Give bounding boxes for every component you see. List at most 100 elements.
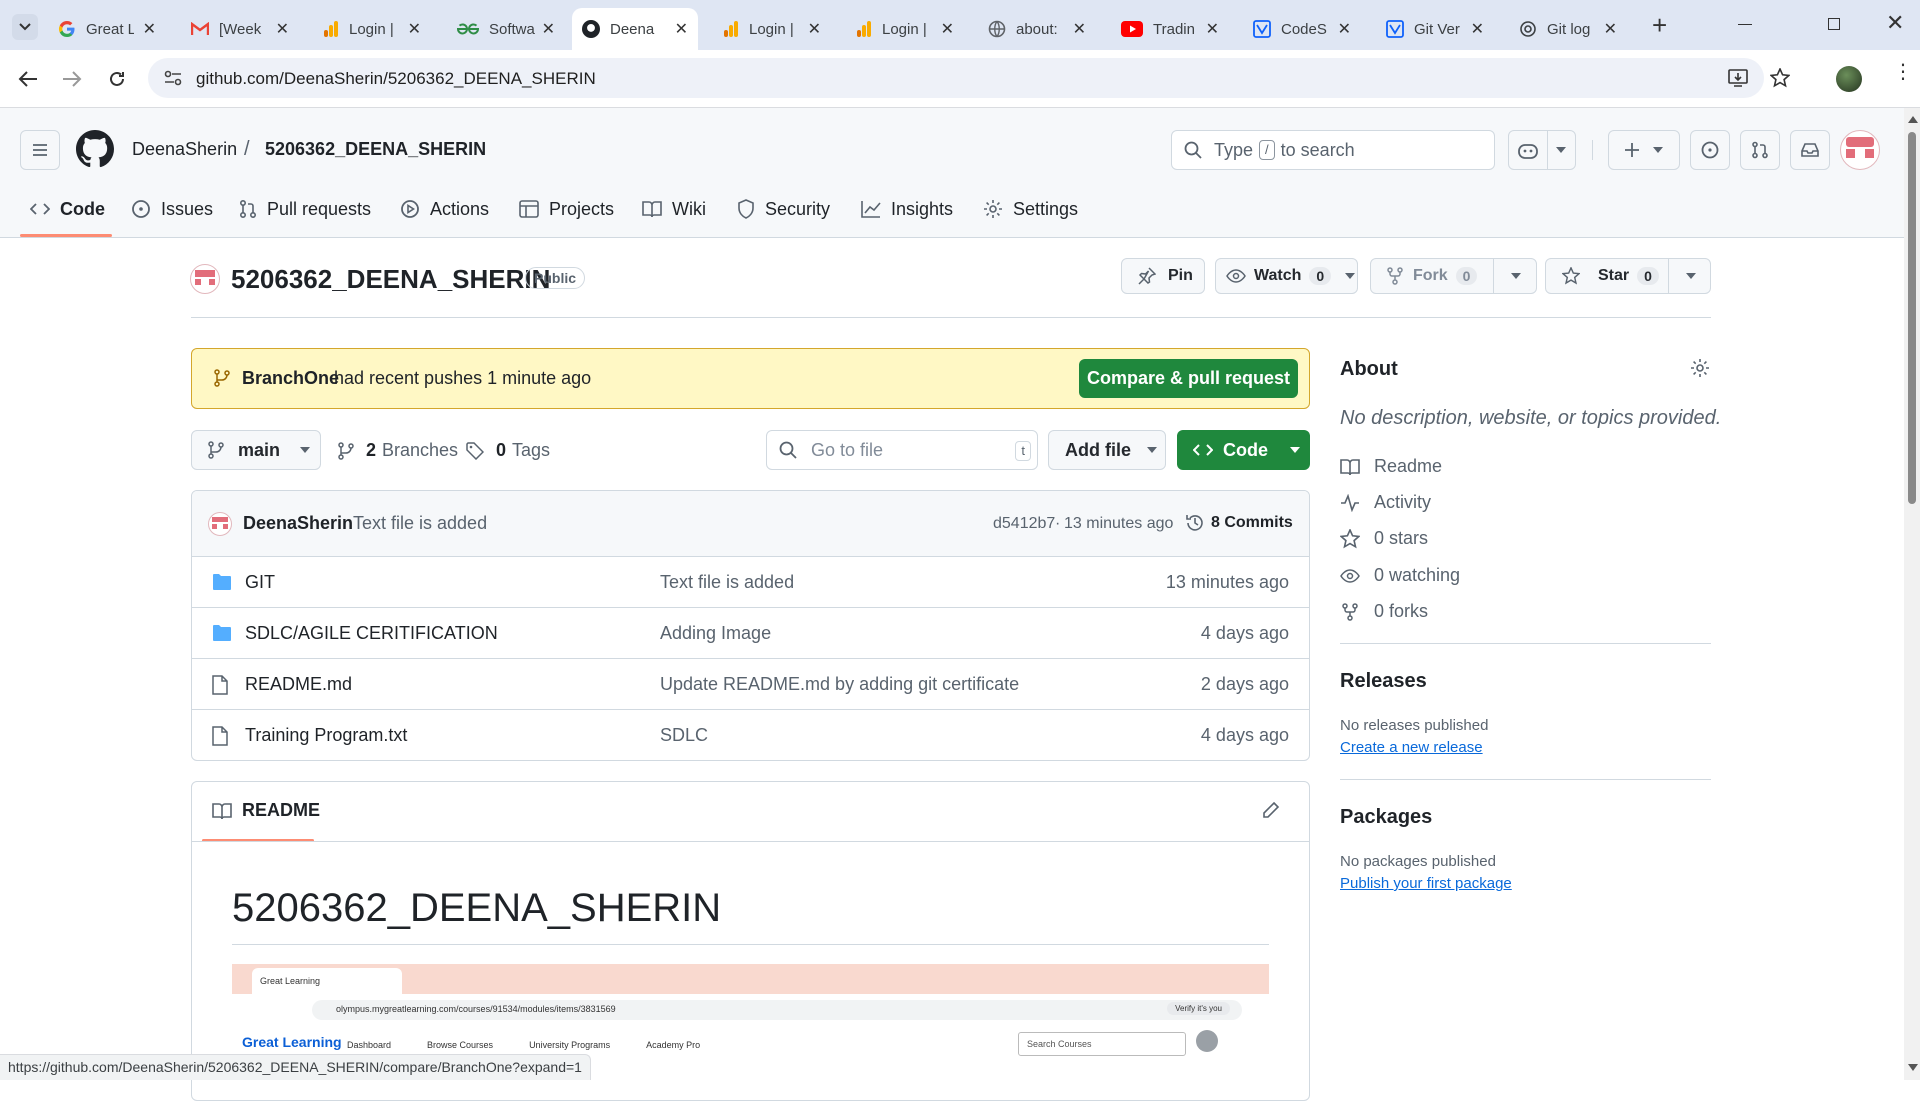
file-commit-message[interactable]: Update README.md by adding git certifica… <box>660 674 1019 695</box>
owner-link[interactable]: DeenaSherin <box>132 139 237 160</box>
copilot-button[interactable] <box>1508 130 1576 170</box>
browser-tab[interactable]: Git Ver ✕ <box>1376 8 1494 50</box>
site-info-icon[interactable] <box>164 70 182 86</box>
commit-message[interactable]: Text file is added <box>353 513 487 534</box>
fork-button[interactable]: Fork 0 <box>1370 258 1537 294</box>
commits-link[interactable]: 8 Commits <box>1185 513 1293 533</box>
scrollbar-thumb[interactable] <box>1908 132 1916 504</box>
menu-button[interactable] <box>20 130 60 170</box>
browser-tab[interactable]: CodeS ✕ <box>1243 8 1361 50</box>
readme-tab[interactable]: README <box>212 800 320 821</box>
user-avatar[interactable] <box>1840 130 1880 170</box>
tab-wiki[interactable]: Wiki <box>642 184 706 234</box>
scrollbar-track[interactable] <box>1904 108 1920 1080</box>
file-commit-message[interactable]: Text file is added <box>660 572 794 593</box>
tab-issues[interactable]: Issues <box>131 184 213 234</box>
restore-button[interactable] <box>1828 18 1840 30</box>
close-tab-icon[interactable]: ✕ <box>276 19 289 39</box>
about-watching[interactable]: 0 watching <box>1340 565 1460 586</box>
create-new-button[interactable] <box>1608 130 1680 170</box>
browser-tab[interactable]: Softwa ✕ <box>447 8 565 50</box>
gear-icon[interactable] <box>1690 358 1710 378</box>
browser-tab[interactable]: Git log ✕ <box>1509 8 1627 50</box>
tags-link[interactable]: 0 Tags <box>466 440 550 461</box>
file-name[interactable]: Training Program.txt <box>245 725 407 746</box>
close-tab-icon[interactable]: ✕ <box>1206 19 1219 39</box>
file-row[interactable]: GIT Text file is added 13 minutes ago <box>192 556 1309 607</box>
file-name[interactable]: GIT <box>245 572 275 593</box>
browser-tab[interactable]: about: ✕ <box>978 8 1096 50</box>
tab-security[interactable]: Security <box>737 184 830 234</box>
about-activity[interactable]: Activity <box>1340 492 1431 513</box>
forward-icon[interactable] <box>62 70 82 88</box>
file-row[interactable]: SDLC/AGILE CERITIFICATION Adding Image 4 d… <box>192 607 1309 658</box>
close-tab-icon[interactable]: ✕ <box>542 19 555 39</box>
file-row[interactable]: Training Program.txt SDLC 4 days ago <box>192 709 1309 760</box>
close-window-button[interactable]: ✕ <box>1886 10 1904 36</box>
file-name[interactable]: SDLC/AGILE CERITIFICATION <box>245 623 498 644</box>
omnibox[interactable]: github.com/DeenaSherin/5206362_DEENA_SHE… <box>148 58 1790 98</box>
go-to-file-input[interactable]: Go to file t <box>766 430 1038 470</box>
file-row[interactable]: README.md Update README.md by adding git … <box>192 658 1309 709</box>
search-input[interactable]: Type / to search <box>1171 130 1495 170</box>
minimize-button[interactable] <box>1738 24 1752 25</box>
url-text[interactable]: github.com/DeenaSherin/5206362_DEENA_SHE… <box>196 69 596 89</box>
tab-actions[interactable]: Actions <box>400 184 489 234</box>
tab-code[interactable]: Code <box>30 184 105 234</box>
close-tab-icon[interactable]: ✕ <box>408 19 421 39</box>
repo-title[interactable]: 5206362_DEENA_SHERIN <box>231 264 550 295</box>
commit-author[interactable]: DeenaSherin <box>243 513 353 534</box>
browser-tab[interactable]: Login | ✕ <box>313 8 431 50</box>
add-file-button[interactable]: Add file <box>1048 430 1166 470</box>
branches-link[interactable]: 2 Branches <box>338 440 458 461</box>
close-tab-icon[interactable]: ✕ <box>808 19 821 39</box>
commit-hash[interactable]: d5412b7 <box>993 515 1055 533</box>
issues-button[interactable] <box>1690 130 1730 170</box>
tab-pull-requests[interactable]: Pull requests <box>239 184 371 234</box>
releases-title[interactable]: Releases <box>1340 670 1427 693</box>
close-tab-icon[interactable]: ✕ <box>941 19 954 39</box>
close-tab-icon[interactable]: ✕ <box>1073 19 1086 39</box>
browser-tab[interactable]: [Week ✕ <box>181 8 299 50</box>
tab-insights[interactable]: Insights <box>861 184 953 234</box>
browser-tab[interactable]: Login | ✕ <box>846 8 964 50</box>
reload-icon[interactable] <box>107 69 127 89</box>
file-name[interactable]: README.md <box>245 674 352 695</box>
back-icon[interactable] <box>18 70 38 88</box>
bookmark-star-icon[interactable] <box>1770 68 1790 88</box>
browser-tab[interactable]: Tradin ✕ <box>1111 8 1229 50</box>
github-logo-icon[interactable] <box>76 130 114 168</box>
file-commit-message[interactable]: SDLC <box>660 725 708 746</box>
new-tab-button[interactable]: + <box>1652 12 1667 38</box>
tab-settings[interactable]: Settings <box>983 184 1078 234</box>
install-app-icon[interactable] <box>1728 69 1748 87</box>
publish-package-link[interactable]: Publish your first package <box>1340 875 1512 892</box>
about-readme[interactable]: Readme <box>1340 456 1442 477</box>
repo-link[interactable]: 5206362_DEENA_SHERIN <box>265 139 486 160</box>
close-tab-icon[interactable]: ✕ <box>1338 19 1351 39</box>
watch-button[interactable]: Watch 0 <box>1215 258 1358 294</box>
pin-button[interactable]: Pin <box>1121 258 1205 294</box>
browser-tab[interactable]: Great L ✕ <box>48 8 166 50</box>
close-tab-icon[interactable]: ✕ <box>675 19 688 39</box>
browser-tab[interactable]: Login | ✕ <box>713 8 831 50</box>
tab-search-button[interactable] <box>12 14 38 40</box>
about-forks[interactable]: 0 forks <box>1340 601 1428 622</box>
inbox-button[interactable] <box>1790 130 1830 170</box>
edit-pencil-icon[interactable] <box>1262 801 1280 819</box>
tab-projects[interactable]: Projects <box>519 184 614 234</box>
banner-branch[interactable]: BranchOne <box>242 368 339 389</box>
close-tab-icon[interactable]: ✕ <box>1604 19 1617 39</box>
browser-tab[interactable]: Deena ✕ <box>572 8 698 50</box>
about-stars[interactable]: 0 stars <box>1340 528 1428 549</box>
branch-selector[interactable]: main <box>191 430 321 470</box>
browser-menu-icon[interactable]: ⋮ <box>1893 62 1913 82</box>
scroll-up-arrow[interactable] <box>1908 116 1918 123</box>
scroll-down-arrow[interactable] <box>1908 1064 1918 1071</box>
file-commit-message[interactable]: Adding Image <box>660 623 771 644</box>
create-release-link[interactable]: Create a new release <box>1340 739 1483 756</box>
pull-requests-button[interactable] <box>1740 130 1780 170</box>
profile-avatar[interactable] <box>1836 66 1862 92</box>
close-tab-icon[interactable]: ✕ <box>143 19 156 39</box>
packages-title[interactable]: Packages <box>1340 806 1432 829</box>
